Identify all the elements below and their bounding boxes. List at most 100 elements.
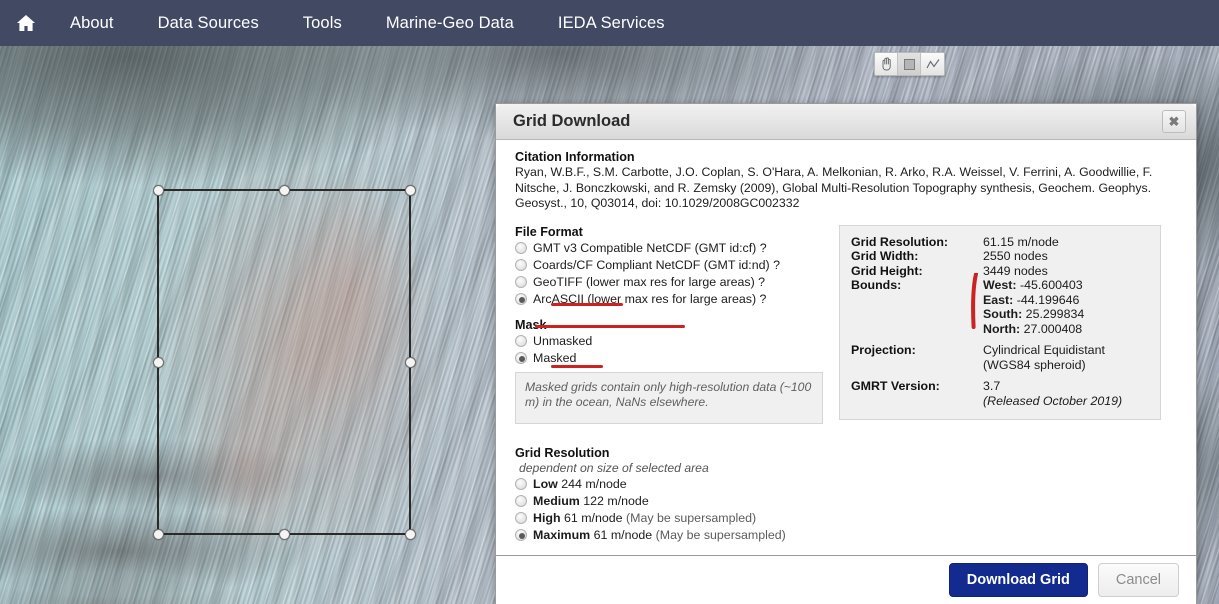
nav-item-ieda-services[interactable]: IEDA Services — [558, 14, 665, 33]
file-format-option-geotiff[interactable]: GeoTIFF (lower max res for large areas) … — [515, 274, 827, 290]
info-key-grid-resolution: Grid Resolution: — [851, 234, 949, 249]
selection-handle-e[interactable] — [404, 356, 416, 368]
rectangle-select-icon[interactable] — [898, 53, 921, 75]
profile-line-icon[interactable] — [921, 53, 944, 75]
file-format-label-geotiff: GeoTIFF (lower max res for large areas) — [533, 274, 755, 289]
mask-option-unmasked[interactable]: Unmasked — [515, 333, 827, 349]
bounds-key-west: West: — [983, 278, 1017, 292]
mask-heading: Mask — [515, 317, 547, 332]
grid-resolution-name-high: High — [533, 510, 561, 525]
grid-resolution-name-medium: Medium — [533, 493, 580, 508]
grid-resolution-subnote: dependent on size of selected area — [519, 460, 709, 475]
nav-item-data-sources[interactable]: Data Sources — [158, 14, 259, 33]
grid-info-column: Grid Resolution: 61.15 m/node Grid Width… — [839, 224, 1161, 544]
info-row-bounds-east: East: -44.199646 — [851, 293, 1149, 308]
bounds-key-north: North: — [983, 321, 1021, 336]
nav-item-about[interactable]: About — [70, 14, 114, 33]
info-key-grid-height: Grid Height: — [851, 263, 923, 278]
selection-handle-w[interactable] — [152, 356, 164, 368]
info-row-bounds-north: North: 27.000408 — [851, 322, 1149, 337]
grid-resolution-section: Grid Resolution dependent on size of sel… — [515, 324, 827, 543]
dialog-columns: File Format GMT v3 Compatible NetCDF (GM… — [515, 224, 1180, 544]
map-toolbar — [874, 52, 945, 76]
radio-icon[interactable] — [515, 334, 527, 347]
grid-resolution-extra-maximum: (May be supersampled) — [655, 527, 786, 542]
selection-handle-n[interactable] — [278, 184, 290, 196]
nav-item-marine-geo-data[interactable]: Marine-Geo Data — [386, 14, 514, 33]
grid-resolution-option-high[interactable]: High 61 m/node (May be supersampled) — [515, 510, 827, 526]
grid-resolution-option-maximum[interactable]: Maximum 61 m/node (May be supersampled) — [515, 527, 827, 543]
help-icon-geotiff[interactable]: ? — [758, 275, 765, 289]
close-icon[interactable]: ✖ — [1162, 110, 1186, 133]
selection-handle-nw[interactable] — [152, 184, 164, 196]
radio-icon-selected[interactable] — [515, 351, 527, 364]
map-selection-rectangle[interactable] — [152, 184, 416, 540]
grid-resolution-name-maximum: Maximum — [533, 527, 591, 542]
dialog-titlebar: Grid Download ✖ — [496, 104, 1196, 140]
grid-resolution-extra-high: (May be supersampled) — [626, 510, 757, 525]
help-icon-gmt-v3[interactable]: ? — [760, 241, 767, 255]
file-format-label-coards: Coards/CF Compliant NetCDF (GMT id:nd) — [533, 257, 770, 272]
cancel-button[interactable]: Cancel — [1097, 563, 1179, 597]
grid-resolution-value-medium: 122 m/node — [583, 493, 649, 508]
info-row-grid-height: Grid Height: 3449 nodes — [851, 264, 1149, 279]
selection-handle-s[interactable] — [278, 528, 290, 540]
grid-resolution-value-low: 244 m/node — [561, 476, 627, 491]
home-icon[interactable] — [16, 14, 36, 32]
radio-icon[interactable] — [515, 241, 527, 254]
grid-resolution-value-high: 61 m/node — [563, 510, 623, 525]
help-icon-arcascii[interactable]: ? — [760, 292, 767, 306]
file-format-option-gmt-v3[interactable]: GMT v3 Compatible NetCDF (GMT id:cf) ? — [515, 240, 827, 256]
info-row-projection: Projection: Cylindrical Equidistant — [851, 343, 1149, 358]
radio-icon[interactable] — [515, 477, 527, 490]
pan-hand-icon[interactable] — [875, 53, 898, 75]
grid-resolution-option-medium[interactable]: Medium 122 m/node — [515, 493, 827, 509]
info-value-gmrt-release: (Released October 2019) — [983, 393, 1123, 408]
info-value-projection: Cylindrical Equidistant — [983, 343, 1105, 357]
citation-text: Ryan, W.B.F., S.M. Carbotte, J.O. Coplan… — [515, 165, 1153, 210]
info-row-grid-width: Grid Width: 2550 nodes — [851, 249, 1149, 264]
bounds-value-south: 25.299834 — [1022, 307, 1085, 321]
info-row-gmrt-release: (Released October 2019) — [851, 394, 1149, 409]
grid-download-dialog: Grid Download ✖ Citation Information Rya… — [495, 103, 1197, 604]
radio-icon[interactable] — [515, 511, 527, 524]
bounds-value-west: -45.600403 — [1016, 278, 1083, 292]
radio-icon-selected[interactable] — [515, 528, 527, 541]
selection-handle-sw[interactable] — [152, 528, 164, 540]
info-value-grid-resolution: 61.15 m/node — [983, 234, 1059, 249]
help-icon-coards[interactable]: ? — [773, 258, 780, 272]
grid-resolution-heading: Grid Resolution — [515, 445, 610, 460]
file-format-label-gmt-v3: GMT v3 Compatible NetCDF (GMT id:cf) — [533, 240, 757, 255]
top-navbar: About Data Sources Tools Marine-Geo Data… — [0, 0, 1219, 46]
selection-handle-se[interactable] — [404, 528, 416, 540]
info-row-projection-2: (WGS84 spheroid) — [851, 358, 1149, 373]
file-format-option-coards[interactable]: Coards/CF Compliant NetCDF (GMT id:nd) ? — [515, 257, 827, 273]
info-row-bounds-south: South: 25.299834 — [851, 307, 1149, 322]
bounds-value-east: -44.199646 — [1013, 292, 1080, 307]
file-format-option-arcascii[interactable]: ArcASCII (lower max res for large areas)… — [515, 291, 827, 307]
file-format-label-arcascii: ArcASCII (lower max res for large areas) — [533, 291, 757, 306]
app-root: About Data Sources Tools Marine-Geo Data… — [0, 0, 1219, 604]
info-key-grid-width: Grid Width: — [851, 249, 919, 263]
nav-item-tools[interactable]: Tools — [303, 14, 342, 33]
radio-icon[interactable] — [515, 494, 527, 507]
grid-resolution-name-low: Low — [533, 476, 558, 491]
info-key-gmrt-version: GMRT Version: — [851, 379, 940, 393]
selection-handle-ne[interactable] — [404, 184, 416, 196]
download-grid-button[interactable]: Download Grid — [948, 563, 1088, 597]
grid-resolution-option-low[interactable]: Low 244 m/node — [515, 476, 827, 492]
grid-info-panel: Grid Resolution: 61.15 m/node Grid Width… — [839, 224, 1161, 420]
info-value-grid-height: 3449 nodes — [983, 263, 1048, 278]
radio-icon[interactable] — [515, 275, 527, 288]
mask-option-masked[interactable]: Masked — [515, 350, 827, 366]
citation-heading: Citation Information — [515, 150, 635, 164]
options-column: File Format GMT v3 Compatible NetCDF (GM… — [515, 225, 827, 544]
radio-icon[interactable] — [515, 258, 527, 271]
mask-label-unmasked: Unmasked — [533, 333, 593, 348]
radio-icon-selected[interactable] — [515, 292, 527, 305]
dialog-footer: Download Grid Cancel — [496, 555, 1196, 604]
bounds-key-south: South: — [983, 307, 1023, 321]
info-row-grid-resolution: Grid Resolution: 61.15 m/node — [851, 235, 1149, 250]
info-value-grid-width: 2550 nodes — [983, 249, 1048, 263]
dialog-body: Citation Information Ryan, W.B.F., S.M. … — [496, 140, 1196, 544]
